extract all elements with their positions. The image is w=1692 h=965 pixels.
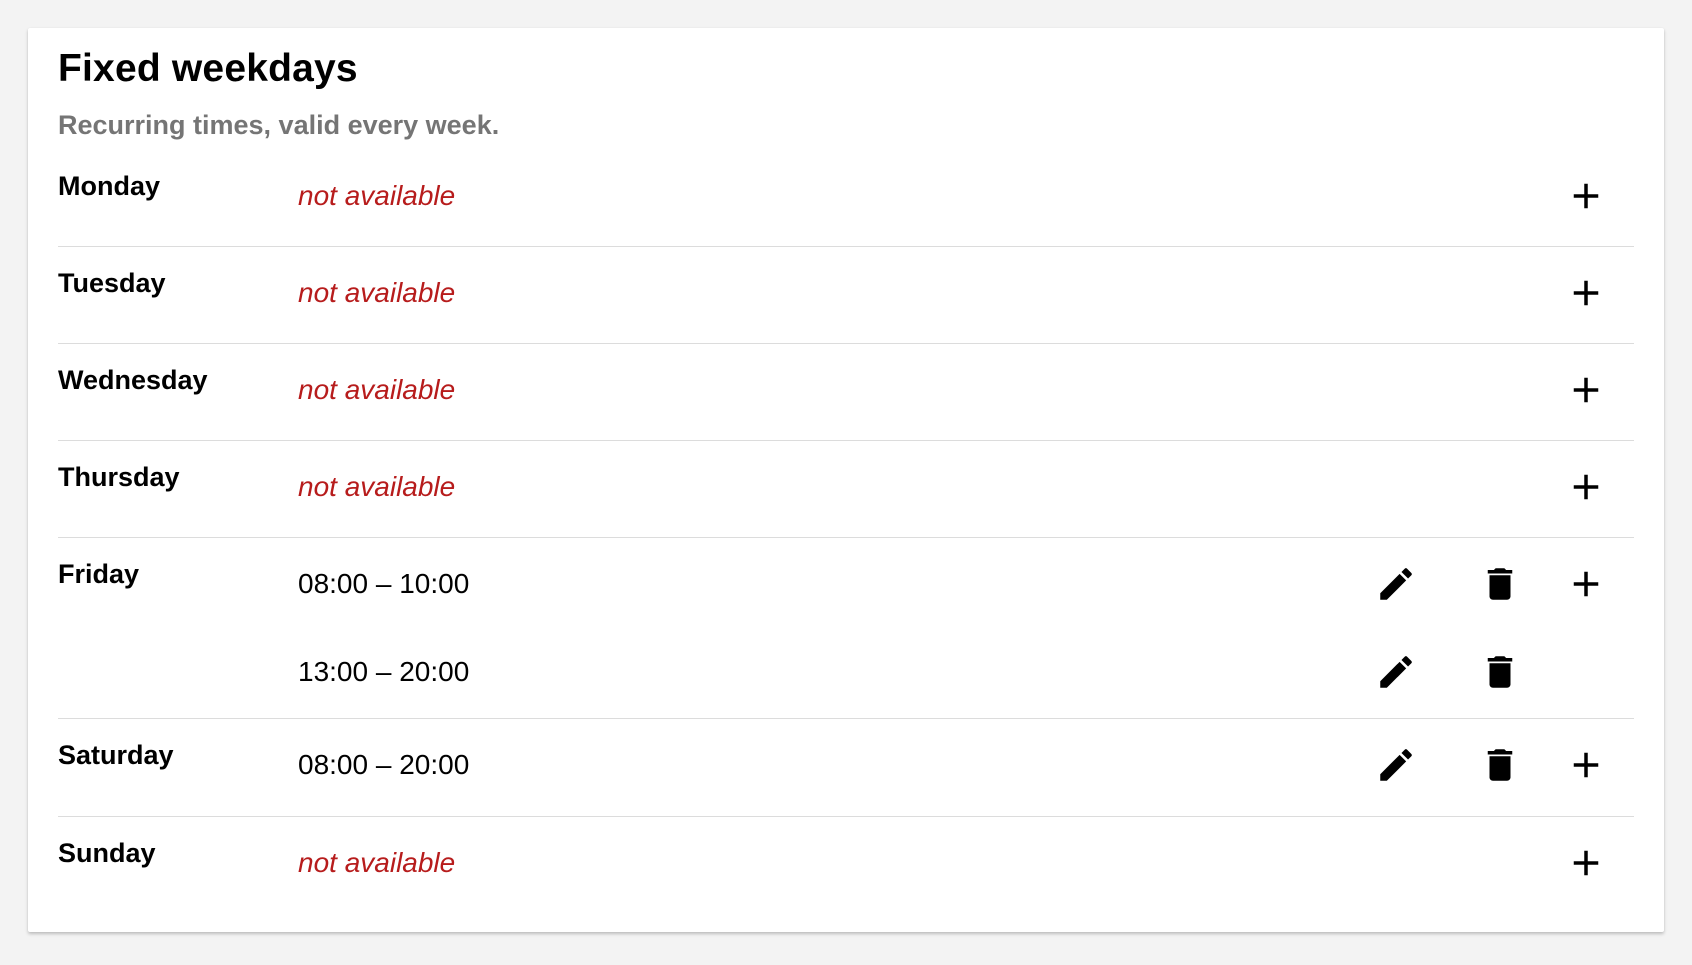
day-row-monday: Monday not available	[58, 150, 1634, 247]
time-slot: 13:00 – 20:00	[298, 635, 1634, 718]
slot-list: not available	[298, 150, 1634, 246]
time-slot: 08:00 – 10:00	[298, 538, 1634, 635]
day-name: Sunday	[58, 838, 156, 868]
slot-list: not available	[298, 817, 1634, 913]
edit-slot-button[interactable]	[1368, 737, 1424, 793]
time-slot: not available	[298, 817, 1634, 913]
add-slot-button[interactable]	[1558, 362, 1614, 418]
trash-icon	[1487, 656, 1513, 688]
plus-icon	[1573, 752, 1599, 778]
add-slot-button[interactable]	[1558, 556, 1614, 612]
day-name: Tuesday	[58, 268, 166, 298]
plus-icon	[1573, 474, 1599, 500]
edit-slot-button[interactable]	[1368, 644, 1424, 700]
weekdays-card: Fixed weekdays Recurring times, valid ev…	[28, 28, 1664, 932]
time-range: 08:00 – 20:00	[298, 749, 470, 780]
time-slot: not available	[298, 441, 1634, 537]
day-row-sunday: Sunday not available	[58, 817, 1634, 913]
weekday-list: Monday not available Tuesday not availab…	[58, 150, 1634, 913]
time-slot: not available	[298, 247, 1634, 343]
slot-list: not available	[298, 247, 1634, 343]
trash-icon	[1487, 568, 1513, 600]
plus-icon	[1573, 183, 1599, 209]
day-row-thursday: Thursday not available	[58, 441, 1634, 538]
slot-list: not available	[298, 441, 1634, 537]
section-subtitle: Recurring times, valid every week.	[58, 110, 500, 140]
day-name: Friday	[58, 559, 140, 589]
day-row-tuesday: Tuesday not available	[58, 247, 1634, 344]
add-slot-button[interactable]	[1558, 168, 1614, 224]
day-name: Monday	[58, 171, 161, 201]
day-row-wednesday: Wednesday not available	[58, 344, 1634, 441]
add-slot-button[interactable]	[1558, 737, 1614, 793]
availability-text: not available	[298, 180, 456, 211]
add-slot-button[interactable]	[1558, 835, 1614, 891]
delete-slot-button[interactable]	[1472, 737, 1528, 793]
plus-icon	[1573, 280, 1599, 306]
availability-text: not available	[298, 847, 456, 878]
plus-icon	[1573, 377, 1599, 403]
day-row-friday: Friday 08:00 – 10:00 13:00 – 20:00	[58, 538, 1634, 719]
pencil-icon	[1380, 568, 1412, 600]
pencil-icon	[1380, 656, 1412, 688]
slot-list: 08:00 – 20:00	[298, 719, 1634, 816]
availability-text: not available	[298, 471, 456, 502]
plus-icon	[1573, 571, 1599, 597]
section-title: Fixed weekdays	[58, 47, 358, 90]
day-name: Saturday	[58, 740, 174, 770]
day-name: Wednesday	[58, 365, 208, 395]
add-slot-button[interactable]	[1558, 265, 1614, 321]
time-slot: not available	[298, 344, 1634, 440]
time-slot: not available	[298, 150, 1634, 246]
availability-text: not available	[298, 277, 456, 308]
edit-slot-button[interactable]	[1368, 556, 1424, 612]
delete-slot-button[interactable]	[1472, 556, 1528, 612]
add-slot-button[interactable]	[1558, 459, 1614, 515]
trash-icon	[1487, 749, 1513, 781]
time-range: 13:00 – 20:00	[298, 656, 470, 687]
delete-slot-button[interactable]	[1472, 644, 1528, 700]
pencil-icon	[1380, 749, 1412, 781]
plus-icon	[1573, 850, 1599, 876]
availability-text: not available	[298, 374, 456, 405]
slot-list: not available	[298, 344, 1634, 440]
day-name: Thursday	[58, 462, 180, 492]
time-range: 08:00 – 10:00	[298, 568, 470, 599]
day-row-saturday: Saturday 08:00 – 20:00	[58, 719, 1634, 817]
time-slot: 08:00 – 20:00	[298, 719, 1634, 816]
slot-list: 08:00 – 10:00 13:00 – 20:00	[298, 538, 1634, 718]
